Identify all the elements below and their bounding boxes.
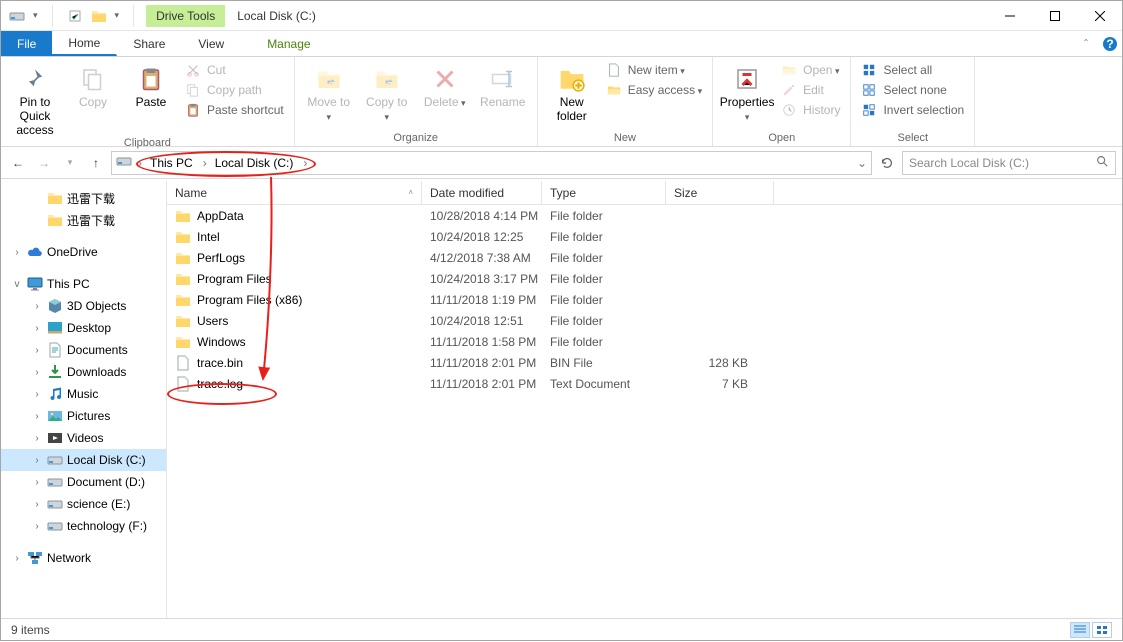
annotation-arrow (1, 1, 1123, 642)
